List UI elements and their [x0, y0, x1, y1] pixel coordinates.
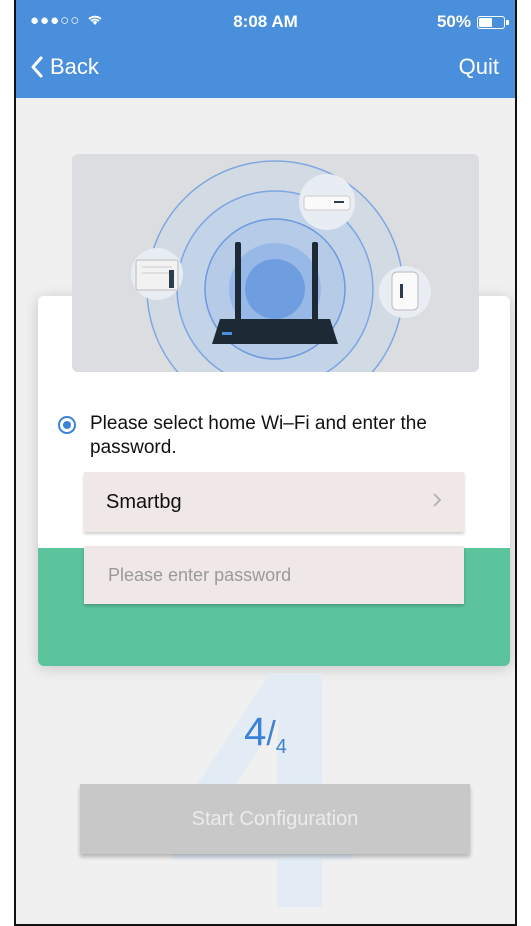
nav-bar: Back Quit — [16, 50, 515, 90]
step-total: 4 — [275, 736, 287, 758]
chevron-right-icon — [432, 491, 442, 514]
chevron-left-icon — [31, 56, 43, 78]
start-configuration-button[interactable]: Start Configuration — [80, 784, 470, 854]
step-separator: / — [266, 715, 276, 753]
back-button[interactable]: Back — [30, 54, 99, 80]
router-illustration — [72, 154, 479, 372]
battery-icon — [477, 15, 509, 29]
wifi-network-select[interactable]: Smartbg — [84, 472, 464, 532]
status-bar: ●●●○○ 8:08 AM 50% — [16, 12, 515, 36]
wifi-option-label: Please select home Wi–Fi and enter the p… — [90, 413, 427, 458]
battery-percent: 50% — [436, 12, 471, 31]
router-network-image — [131, 160, 431, 372]
back-label: Back — [50, 54, 99, 79]
password-field-container — [84, 546, 464, 604]
radio-selected-icon[interactable] — [58, 416, 76, 434]
wifi-option[interactable]: Please select home Wi–Fi and enter the p… — [58, 412, 478, 460]
wifi-ssid: Smartbg — [106, 490, 182, 513]
step-current: 4 — [244, 710, 267, 754]
phone-screen: ●●●○○ 8:08 AM 50% Back Quit Please selec… — [14, 0, 517, 926]
battery-indicator: 50% — [436, 12, 509, 32]
step-indicator: 4/4 — [16, 710, 515, 759]
background-step-numeral: 4 — [166, 600, 356, 926]
password-input[interactable] — [106, 563, 442, 587]
header-bar: ●●●○○ 8:08 AM 50% Back Quit — [16, 0, 515, 98]
quit-button[interactable]: Quit — [459, 54, 499, 80]
